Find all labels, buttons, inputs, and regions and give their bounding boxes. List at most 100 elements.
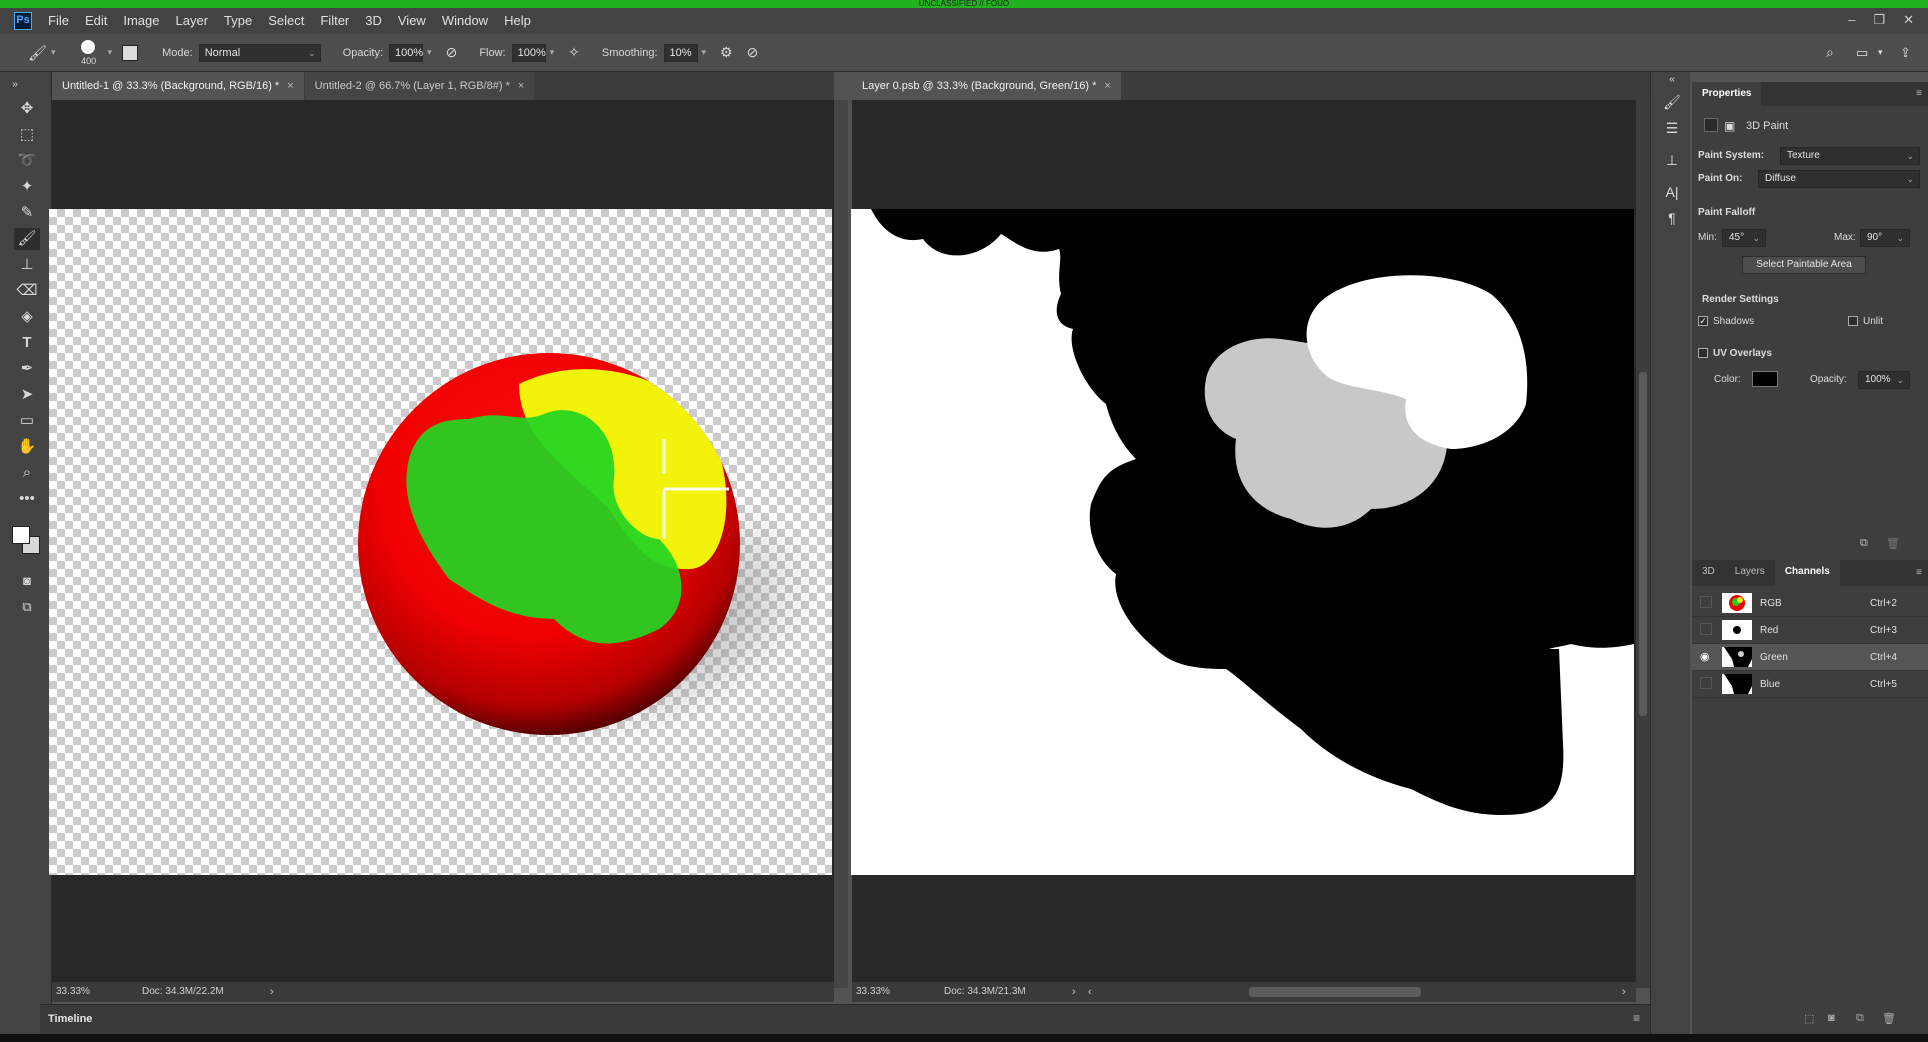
left-zoom-level[interactable]: 33.33% [56,982,90,1002]
brush-preset-caret-icon[interactable]: ▾ [108,47,113,58]
eye-icon[interactable]: ◉ [1700,650,1710,663]
close-window-icon[interactable]: ✕ [1903,8,1914,32]
lasso-tool-icon[interactable]: ➰ [14,150,40,172]
rectangle-tool-icon[interactable]: ▭ [14,410,40,432]
zoom-tool-icon[interactable]: ⌕ [14,462,40,484]
uv-overlays-checkbox[interactable] [1698,348,1708,359]
workspace-caret-icon[interactable]: ▾ [1878,47,1883,58]
collapse-strip-icon[interactable]: « [1661,74,1683,94]
render-icon[interactable]: ⧉ [1860,537,1868,550]
marquee-tool-icon[interactable]: ⬚ [14,124,40,146]
overlay-color-swatch[interactable] [1752,371,1778,387]
brush-tool-icon[interactable]: 🖌 [28,44,47,62]
menu-select[interactable]: Select [260,8,312,34]
more-tools-icon[interactable]: ••• [14,488,40,510]
adjustments-icon[interactable]: ☰ [1661,120,1683,140]
right-zoom-level[interactable]: 33.33% [856,982,890,1002]
visibility-toggle[interactable] [1700,623,1712,635]
clone-stamp-icon[interactable]: ⊥ [14,254,40,276]
pressure-size-icon[interactable]: ⊘ [747,44,759,61]
timeline-menu-icon[interactable]: ≡ [1633,1011,1640,1025]
min-field[interactable]: 45° ⌄ [1722,229,1766,247]
magic-wand-icon[interactable]: ✦ [14,176,40,198]
new-channel-icon[interactable]: ⧉ [1856,1012,1864,1025]
vertical-scroll-thumb[interactable] [1639,372,1647,716]
flow-caret-icon[interactable]: ▾ [550,47,555,58]
minimize-icon[interactable]: – [1848,8,1855,32]
brush-preset-picker[interactable]: 400 [74,38,104,68]
overlay-opacity-field[interactable]: 100% ⌄ [1858,371,1910,389]
tab-layers[interactable]: Layers [1725,560,1775,586]
uv-overlays-option[interactable]: UV Overlays [1698,348,1772,359]
chevron-right-icon[interactable]: › [270,982,274,1002]
load-selection-icon[interactable]: ⬚ [1804,1012,1814,1025]
green-channel-canvas[interactable] [851,209,1634,875]
brush-settings-icon[interactable]: 🖌 [1661,94,1683,114]
menu-image[interactable]: Image [115,8,167,34]
paragraph-panel-icon[interactable]: ¶ [1661,210,1683,230]
paint-on-select[interactable]: Diffuse ⌄ [1758,170,1920,188]
paint-brush-mode-icon[interactable] [1704,118,1718,132]
channel-row-rgb[interactable]: RGB Ctrl+2 [1692,590,1928,617]
close-tab-icon[interactable]: × [287,80,293,92]
share-icon[interactable]: ⇪ [1900,45,1911,61]
gear-icon[interactable]: ⚙ [720,44,733,61]
shadows-option[interactable]: ✓ Shadows [1698,316,1754,327]
eraser-icon[interactable]: ⌫ [14,280,40,302]
type-tool-icon[interactable]: T [14,332,40,354]
menu-3d[interactable]: 3D [357,8,390,34]
visibility-toggle[interactable] [1700,677,1712,689]
workspace-icon[interactable]: ▭ [1856,45,1868,61]
menu-file[interactable]: File [40,8,77,34]
character-panel-icon[interactable]: A| [1661,184,1683,204]
tab-untitled-2[interactable]: Untitled-2 @ 66.7% (Layer 1, RGB/8#) * × [304,72,535,100]
move-tool-icon[interactable]: ✥ [14,98,40,120]
tab-channels[interactable]: Channels [1774,560,1840,586]
flow-field[interactable]: 100% [511,43,546,62]
eyedropper-icon[interactable]: ✎ [14,202,40,224]
unlit-checkbox[interactable] [1848,316,1858,327]
menu-view[interactable]: View [390,8,434,34]
paint-system-select[interactable]: Texture ⌄ [1780,147,1920,165]
save-selection-icon[interactable]: ◙ [1828,1012,1835,1024]
channel-row-green[interactable]: ◉ Green Ctrl+4 [1692,644,1928,671]
collapse-toolbar-icon[interactable]: » [8,74,22,96]
quick-mask-icon[interactable]: ◙ [14,570,40,592]
channel-row-blue[interactable]: Blue Ctrl+5 [1692,671,1928,698]
scroll-left-icon[interactable]: ‹ [1088,982,1092,1002]
timeline-tab[interactable]: Timeline [48,1013,92,1025]
channel-row-red[interactable]: Red Ctrl+3 [1692,617,1928,644]
smoothing-field[interactable]: 10% [663,43,698,62]
clone-source-icon[interactable]: ⊥ [1661,152,1683,172]
menu-type[interactable]: Type [216,8,260,34]
menu-layer[interactable]: Layer [168,8,217,34]
left-document-splitter[interactable] [834,100,848,988]
select-paintable-area-button[interactable]: Select Paintable Area [1742,256,1866,274]
restore-icon[interactable]: ❐ [1873,8,1885,32]
max-field[interactable]: 90° ⌄ [1860,229,1910,247]
scroll-right-icon[interactable]: › [1622,982,1626,1002]
close-tab-icon[interactable]: × [1104,80,1110,92]
image-mode-icon[interactable]: ▣ [1724,119,1735,133]
visibility-toggle[interactable] [1700,596,1712,608]
opacity-caret-icon[interactable]: ▾ [427,47,432,58]
close-tab-icon[interactable]: × [518,80,524,92]
pressure-opacity-icon[interactable]: ⊘ [446,44,458,61]
horizontal-scroll-thumb[interactable] [1249,987,1421,997]
tab-untitled-1[interactable]: Untitled-1 @ 33.3% (Background, RGB/16) … [52,72,304,100]
tab-3d[interactable]: 3D [1692,560,1725,586]
foreground-color-swatch[interactable] [12,526,30,544]
airbrush-icon[interactable]: ✧ [568,44,580,61]
sphere-canvas[interactable] [49,209,832,875]
tab-layer0-psb[interactable]: Layer 0.psb @ 33.3% (Background, Green/1… [852,72,1121,100]
hand-tool-icon[interactable]: ✋ [14,436,40,458]
opacity-field[interactable]: 100% [389,43,423,62]
panel-menu-icon[interactable]: ≡ [1916,82,1928,106]
panel-menu-icon[interactable]: ≡ [1916,560,1928,586]
menu-window[interactable]: Window [434,8,496,34]
paint-bucket-icon[interactable]: ◈ [14,306,40,328]
tab-properties[interactable]: Properties [1692,82,1762,106]
menu-filter[interactable]: Filter [312,8,357,34]
menu-edit[interactable]: Edit [77,8,115,34]
brush-tool-active-icon[interactable]: 🖌 [14,228,40,250]
